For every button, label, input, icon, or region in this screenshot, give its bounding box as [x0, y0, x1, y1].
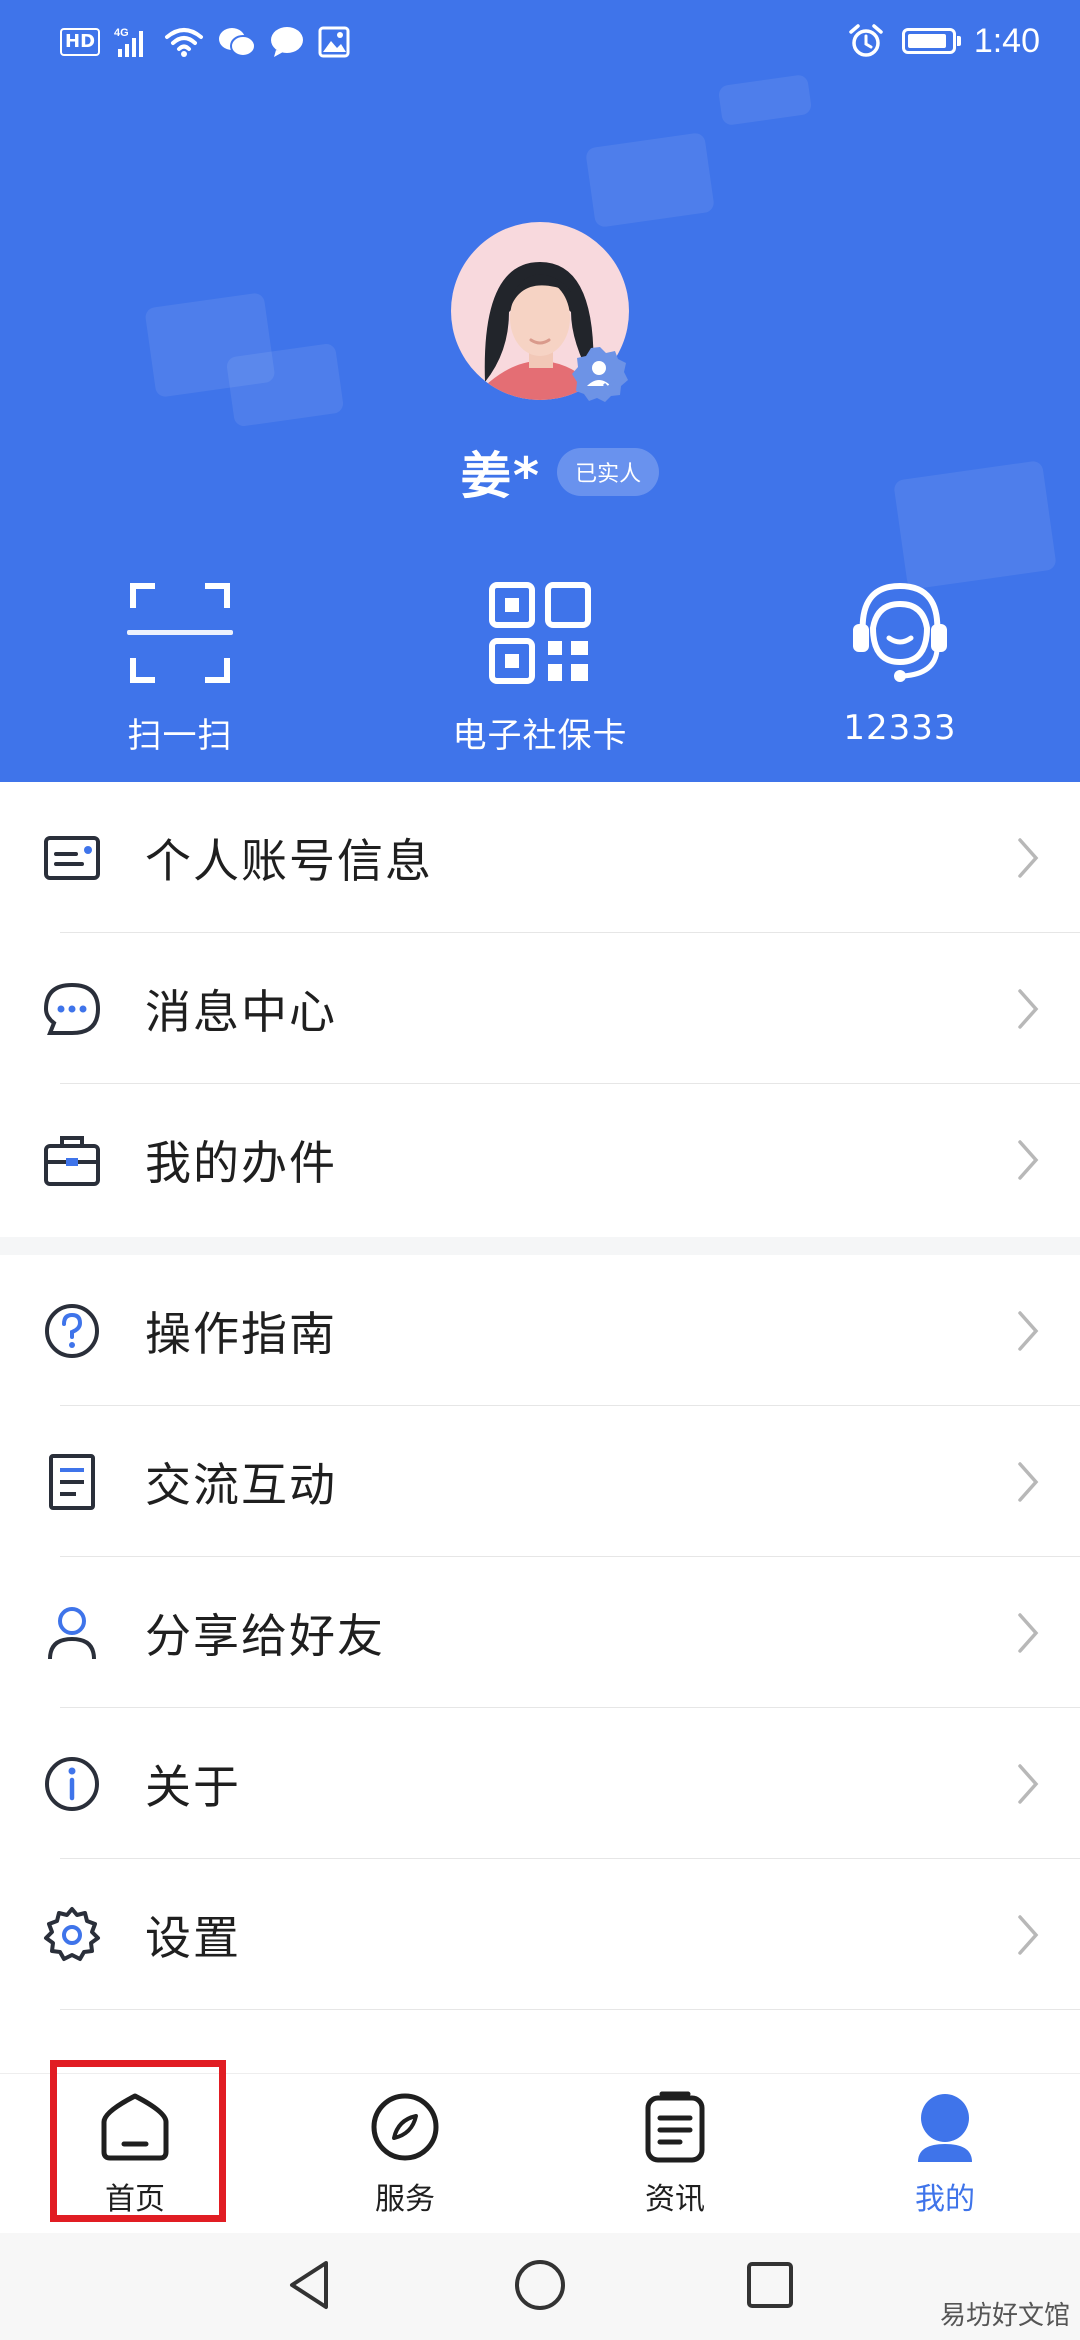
hotline-label: 12333 [843, 708, 957, 748]
menu-label: 设置 [145, 1910, 241, 1965]
chevron-right-icon [1018, 1612, 1039, 1653]
menu-item-my-cases[interactable]: 我的办件 [0, 1084, 1080, 1235]
verified-badge-icon [572, 347, 628, 402]
menu-item-guide[interactable]: 操作指南 [0, 1255, 1080, 1406]
qr-code-icon [489, 582, 591, 684]
customer-service-icon [853, 582, 947, 682]
user-name: 姜* [460, 447, 542, 505]
menu-label: 分享给好友 [145, 1608, 385, 1663]
decor-shape [585, 132, 715, 228]
news-icon [645, 2091, 705, 2163]
menu-label: 消息中心 [145, 984, 337, 1039]
quick-actions: 扫一扫 电子社保卡 12333 [0, 578, 1080, 758]
divider [60, 2009, 1080, 2010]
chevron-right-icon [1018, 1763, 1039, 1804]
info-icon [45, 1756, 99, 1811]
bottom-tab-bar: 首页 服务 资讯 我的 [0, 2073, 1080, 2234]
home-icon [101, 2093, 169, 2161]
scan-label: 扫一扫 [127, 716, 233, 756]
menu-label: 关于 [145, 1759, 241, 1814]
scan-button[interactable]: 扫一扫 [30, 578, 330, 757]
watermark-text: 易坊好文馆 [939, 2301, 1070, 2331]
social-security-card-label: 电子社保卡 [452, 716, 628, 756]
user-icon [48, 1606, 96, 1659]
tab-label: 我的 [915, 2182, 975, 2217]
profile-header: HD 4G 1:40 姜* 已实人 扫一扫 电子社保卡 12333 [0, 0, 1080, 782]
svg-text:4G: 4G [114, 27, 129, 39]
menu-item-message-center[interactable]: 消息中心 [0, 933, 1080, 1084]
clock-time: 1:40 [973, 21, 1040, 60]
tab-label: 资讯 [645, 2182, 705, 2217]
scan-icon [127, 583, 233, 683]
menu-item-share[interactable]: 分享给好友 [0, 1557, 1080, 1708]
recent-apps-icon[interactable] [742, 2257, 798, 2313]
chat-bubble-icon [43, 982, 101, 1035]
home-circle-icon[interactable] [512, 2257, 568, 2313]
system-navigation-bar: 易坊好文馆 [0, 2233, 1080, 2340]
chevron-right-icon [1018, 1139, 1039, 1180]
profile-icon [918, 2094, 972, 2162]
menu-label: 我的办件 [145, 1135, 337, 1190]
gear-icon [44, 1906, 100, 1961]
chevron-right-icon [1018, 837, 1039, 878]
tab-services[interactable]: 服务 [270, 2074, 540, 2234]
menu-label: 交流互动 [145, 1457, 337, 1512]
menu-label: 个人账号信息 [145, 833, 433, 888]
hd-icon: HD [60, 28, 101, 56]
signal-4g-icon: 4G [114, 27, 144, 57]
tab-mine[interactable]: 我的 [810, 2074, 1080, 2234]
tab-home[interactable]: 首页 [0, 2074, 270, 2234]
chevron-right-icon [1018, 1461, 1039, 1502]
menu-group-general: 操作指南 交流互动 分享给好友 关于 设置 [0, 1255, 1080, 2010]
image-icon [318, 26, 350, 58]
tab-label: 首页 [105, 2182, 165, 2217]
menu-label: 操作指南 [145, 1306, 337, 1361]
social-security-card-button[interactable]: 电子社保卡 [390, 578, 690, 757]
wifi-icon [165, 28, 204, 57]
menu-item-account-info[interactable]: 个人账号信息 [0, 782, 1080, 933]
menu-item-about[interactable]: 关于 [0, 1708, 1080, 1859]
alarm-icon [849, 24, 883, 57]
user-info: 姜* 已实人 [0, 436, 1080, 508]
menu-item-interaction[interactable]: 交流互动 [0, 1406, 1080, 1557]
message-icon [271, 27, 304, 57]
battery-icon [901, 28, 961, 54]
chevron-right-icon [1018, 1914, 1039, 1955]
id-card-icon [44, 835, 100, 880]
section-separator [0, 1237, 1080, 1255]
document-icon [49, 1453, 95, 1510]
wechat-icon [219, 28, 257, 57]
briefcase-icon [44, 1135, 100, 1186]
menu-item-settings[interactable]: 设置 [0, 1859, 1080, 2010]
status-bar: HD 4G 1:40 [0, 0, 1080, 84]
tab-news[interactable]: 资讯 [540, 2074, 810, 2234]
question-icon [45, 1303, 99, 1358]
chevron-right-icon [1018, 988, 1039, 1029]
compass-icon [371, 2093, 439, 2161]
menu-group-account: 个人账号信息 消息中心 我的办件 [0, 782, 1080, 1235]
decor-shape [225, 342, 345, 428]
hotline-button[interactable]: 12333 [750, 578, 1050, 748]
chevron-right-icon [1018, 1310, 1039, 1351]
back-icon[interactable] [282, 2257, 338, 2313]
verification-badge: 已实人 [557, 448, 660, 496]
tab-label: 服务 [375, 2182, 435, 2217]
